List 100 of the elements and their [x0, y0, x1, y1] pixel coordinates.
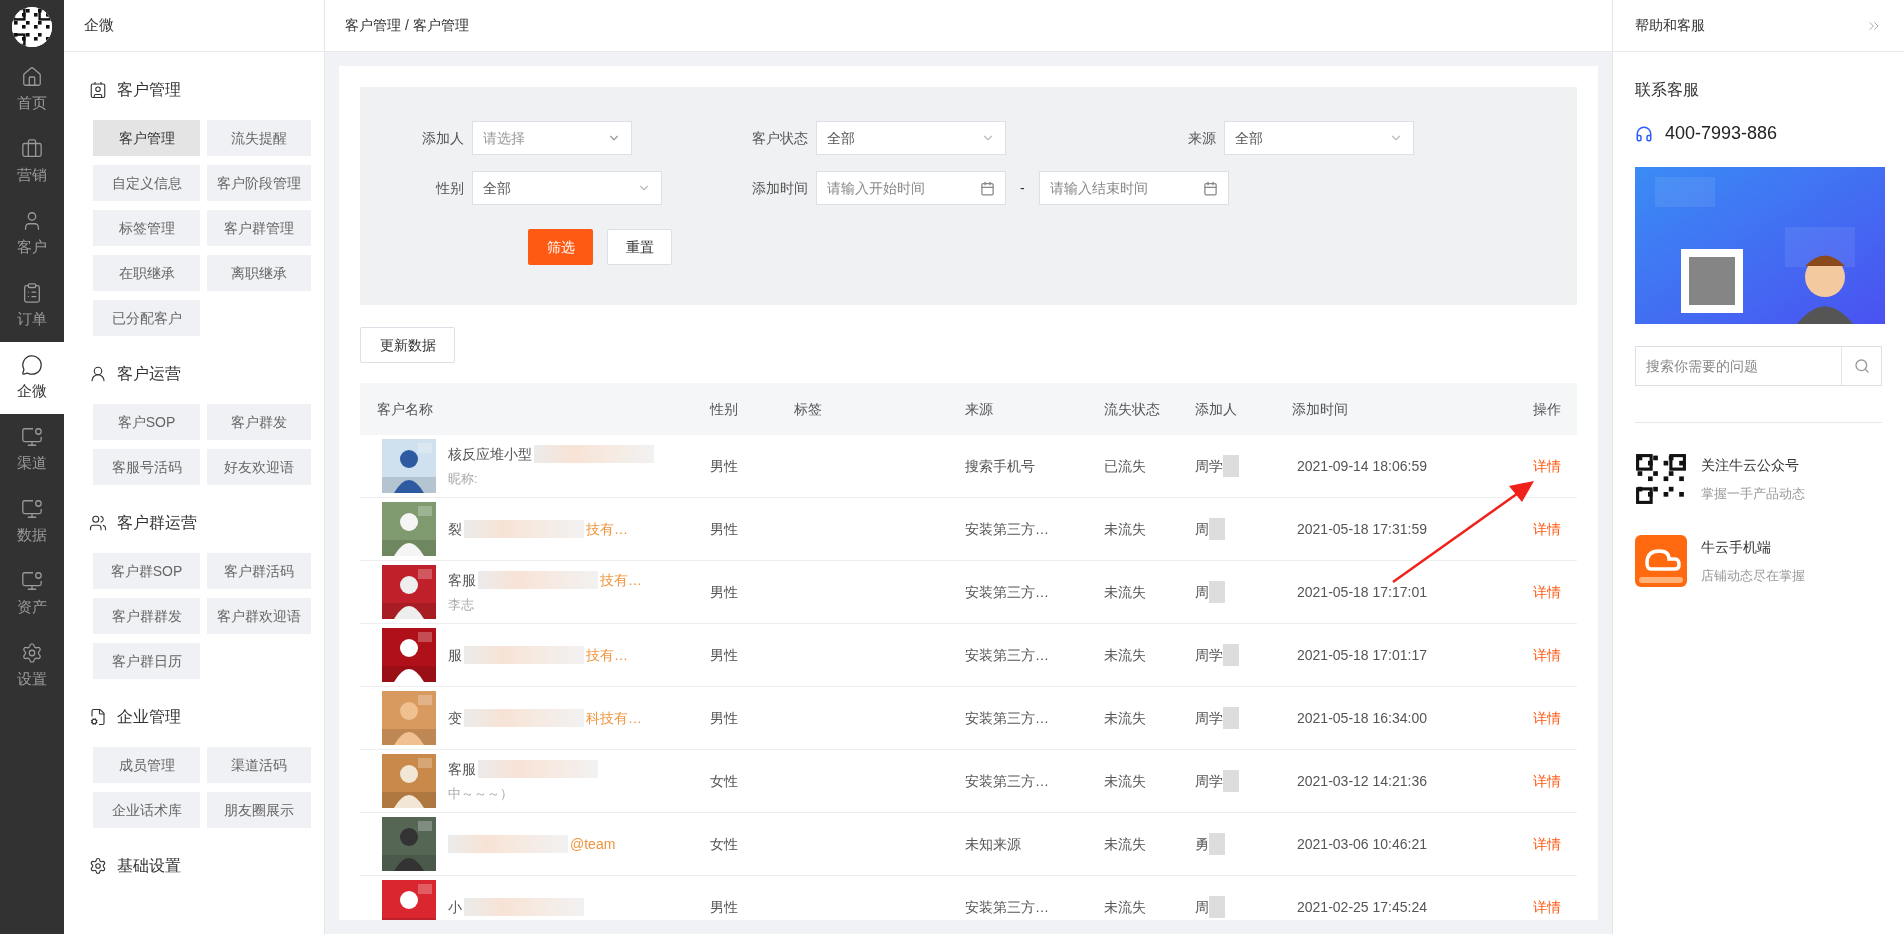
nav-rail-item[interactable]: 订单: [0, 270, 64, 342]
details-link[interactable]: 详情: [1533, 770, 1577, 792]
settings-icon: [21, 641, 43, 664]
table-cell-text: 男性: [710, 456, 739, 476]
nav-rail-item[interactable]: 数据: [0, 486, 64, 558]
table-cell-text: 2021-05-18 17:31:59: [1296, 519, 1428, 539]
table-cell-text: 未流失: [1103, 645, 1147, 665]
company-name: 技有…: [586, 519, 628, 539]
column-header: 来源: [965, 399, 994, 419]
menu-item[interactable]: 成员管理: [93, 747, 200, 783]
table-cell-text: 安装第三方…: [965, 771, 1050, 791]
menu-item[interactable]: 自定义信息: [93, 165, 200, 201]
calendar-icon: [980, 180, 995, 196]
menu-item[interactable]: 企业话术库: [93, 792, 200, 828]
menu-item[interactable]: 已分配客户: [93, 300, 200, 336]
column-header: 性别: [710, 399, 739, 419]
menu-item[interactable]: 渠道活码: [207, 747, 311, 783]
menu-item[interactable]: 流失提醒: [207, 120, 311, 156]
table-cell-text: 未流失: [1103, 708, 1147, 728]
redaction-blur: [1223, 455, 1239, 477]
section-title: 客户管理: [117, 80, 181, 100]
section-title: 客户运营: [117, 364, 181, 384]
menu-item[interactable]: 客户群管理: [207, 210, 311, 246]
table-cell-text: 2021-03-12 14:21:36: [1296, 771, 1428, 791]
menu-item[interactable]: 客户阶段管理: [207, 165, 311, 201]
menu-item[interactable]: 客户群群发: [93, 598, 200, 634]
select-field[interactable]: 全部: [1224, 121, 1414, 155]
table-cell-text: 安装第三方…: [965, 582, 1050, 602]
menu-item[interactable]: 好友欢迎语: [207, 449, 311, 485]
menu-item[interactable]: 离职继承: [207, 255, 311, 291]
section-title: 联系客服: [1635, 80, 1700, 100]
column-header: 流失状态: [1103, 399, 1160, 419]
link-title[interactable]: 牛云手机端: [1701, 536, 1805, 558]
refresh-button[interactable]: 更新数据: [360, 327, 455, 363]
filter-button[interactable]: 筛选: [528, 229, 593, 265]
calendar-icon: [1202, 180, 1218, 196]
table-cell-text: 勇: [1195, 834, 1209, 854]
select-field[interactable]: 全部: [816, 121, 1006, 155]
nav-rail-item[interactable]: 营销: [0, 126, 64, 198]
table-cell-text: 2021-05-18 17:01:17: [1296, 645, 1428, 665]
table-cell-text: 周: [1195, 519, 1209, 539]
menu-item[interactable]: 在职继承: [93, 255, 200, 291]
select-field[interactable]: 全部: [472, 171, 662, 205]
nav-rail-item[interactable]: 渠道: [0, 414, 64, 486]
menu-item[interactable]: 客户群活码: [207, 553, 311, 589]
headset-icon: [1635, 124, 1653, 143]
nav-rail-item[interactable]: 设置: [0, 630, 64, 702]
field-label: 来源: [1187, 128, 1216, 148]
monitor-chart-icon: [21, 569, 43, 592]
menu-item[interactable]: 客户SOP: [93, 404, 200, 440]
section-title: 客户群运营: [117, 513, 197, 533]
menu-item[interactable]: 标签管理: [93, 210, 200, 246]
details-link[interactable]: 详情: [1533, 707, 1577, 729]
link-title[interactable]: 关注牛云公众号: [1701, 454, 1805, 476]
table-cell-text: 男性: [710, 645, 739, 665]
monitor-chart-icon: [21, 497, 43, 520]
table-cell-text: 2021-09-14 18:06:59: [1296, 456, 1428, 476]
search-icon[interactable]: [1853, 358, 1870, 374]
details-link[interactable]: 详情: [1533, 581, 1577, 603]
menu-item[interactable]: 客服号活码: [93, 449, 200, 485]
table-cell-text: 安装第三方…: [965, 519, 1050, 539]
nav-rail-item[interactable]: 企微: [0, 342, 64, 414]
logo-icon: [12, 7, 52, 47]
table-cell-text: 安装第三方…: [965, 708, 1050, 728]
table-cell-text: 男性: [710, 897, 739, 917]
redaction-blur: [1223, 644, 1239, 666]
menu-item[interactable]: 客户群日历: [93, 643, 200, 679]
table-cell-text: 周学: [1195, 771, 1223, 791]
phone-number: 400-7993-886: [1665, 122, 1778, 145]
company-name: 技有…: [600, 570, 642, 590]
details-link[interactable]: 详情: [1533, 644, 1577, 666]
select-field[interactable]: 请选择: [472, 121, 632, 155]
nav-rail-item[interactable]: 首页: [0, 54, 64, 126]
table-cell-text: 未流失: [1103, 771, 1147, 791]
redaction-blur: [1209, 833, 1225, 855]
customer-name: 裂: [448, 519, 462, 539]
field-label: 客户状态: [751, 128, 808, 148]
search-field[interactable]: 搜索你需要的问题: [1635, 346, 1882, 386]
field-label: 性别: [434, 178, 464, 198]
column-header: 操作: [1533, 399, 1562, 419]
menu-item[interactable]: 客户群欢迎语: [207, 598, 311, 634]
menu-item[interactable]: 朋友圈展示: [207, 792, 311, 828]
menu-item[interactable]: 客户群发: [207, 404, 311, 440]
details-link[interactable]: 详情: [1533, 455, 1577, 477]
details-link[interactable]: 详情: [1533, 518, 1577, 540]
panel-title: 帮助和客服: [1635, 16, 1705, 35]
nav-rail-item[interactable]: 资产: [0, 558, 64, 630]
menu-item[interactable]: 客户群SOP: [93, 553, 200, 589]
date-field[interactable]: 请输入结束时间: [1038, 171, 1229, 205]
nav-rail-item[interactable]: 客户: [0, 198, 64, 270]
table-cell-text: 周学: [1195, 645, 1223, 665]
details-link[interactable]: 详情: [1533, 833, 1577, 855]
details-link[interactable]: 详情: [1533, 896, 1577, 918]
reset-button[interactable]: 重置: [607, 229, 672, 265]
menu-item[interactable]: 客户管理: [93, 120, 200, 156]
date-field[interactable]: 请输入开始时间: [816, 171, 1006, 205]
home-icon: [21, 65, 43, 88]
table-cell-text: 周学: [1195, 456, 1223, 476]
table-cell-text: 2021-02-25 17:45:24: [1296, 897, 1428, 917]
table-cell-text: 男性: [710, 708, 739, 728]
